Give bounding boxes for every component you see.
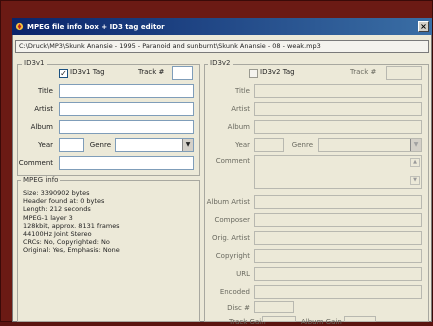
id3v2-year-label: Year [235, 141, 250, 149]
id3v1-group-label: ID3v1 [22, 59, 47, 67]
id3v2-artist-input[interactable] [254, 102, 422, 116]
mpeg-info-original: Original: Yes, Emphasis: None [23, 246, 120, 255]
id3v2-album-gain-label: Album Gain [301, 318, 342, 326]
id3v2-encoded-label: Encoded [219, 288, 250, 296]
id3v2-title-label: Title [234, 87, 250, 95]
id3v2-encoded-input[interactable] [254, 285, 422, 299]
id3v2-tag-checkbox[interactable] [249, 69, 258, 78]
id3v2-comment-input[interactable]: ▲ ▼ [254, 155, 422, 189]
id3v2-album-gain-input[interactable] [344, 316, 376, 322]
id3v2-track-input[interactable] [386, 66, 422, 80]
mpeg-info-length: Length: 212 seconds [23, 205, 91, 214]
id3v2-composer-input[interactable] [254, 213, 422, 227]
chevron-down-icon[interactable]: ▼ [410, 139, 421, 151]
id3v1-year-label: Year [38, 141, 53, 149]
mpeg-info-crc: CRCs: No, Copyrighted: No [23, 238, 110, 247]
id3v1-comment-input[interactable] [59, 156, 194, 170]
id3v2-group-label: ID3v2 [208, 59, 233, 67]
id3v2-disc-label: Disc # [227, 304, 250, 312]
id3v1-tag-label[interactable]: ID3v1 Tag [70, 68, 105, 76]
id3v2-album-artist-label: Album Artist [206, 198, 250, 206]
mpeg-info-header: Header found at: 0 bytes [23, 197, 105, 206]
mpeg-info-size: Size: 3390902 bytes [23, 189, 90, 197]
id3v1-album-input[interactable] [59, 120, 194, 134]
id3v2-orig-artist-label: Orig. Artist [212, 234, 250, 242]
mpeg-info-samplerate: 44100Hz Joint Stereo [23, 230, 92, 239]
id3v2-album-input[interactable] [254, 120, 422, 134]
id3v1-year-input[interactable] [59, 138, 84, 152]
close-button[interactable]: × [418, 21, 429, 32]
id3v1-album-label: Album [30, 123, 53, 131]
id3v2-comment-label: Comment [215, 157, 250, 165]
id3v1-tag-checkbox[interactable]: ✓ [59, 69, 68, 78]
id3v2-url-input[interactable] [254, 267, 422, 281]
id3v2-album-label: Album [227, 123, 250, 131]
id3v1-track-input[interactable] [172, 66, 193, 80]
scroll-up-icon[interactable]: ▲ [410, 158, 420, 167]
id3v2-year-input[interactable] [254, 138, 284, 152]
app-icon [15, 22, 24, 31]
title-bar[interactable]: MPEG file info box + ID3 tag editor × [12, 18, 432, 35]
id3v2-composer-label: Composer [214, 216, 250, 224]
id3v2-album-artist-input[interactable] [254, 195, 422, 209]
id3v2-copyright-input[interactable] [254, 249, 422, 263]
id3v2-genre-select[interactable]: ▼ [318, 138, 422, 152]
id3v1-genre-select[interactable]: ▼ [115, 138, 194, 152]
mpeg-info-group: Size: 3390902 bytes Header found at: 0 b… [17, 180, 200, 322]
id3v1-artist-label: Artist [34, 105, 53, 113]
id3v2-orig-artist-input[interactable] [254, 231, 422, 245]
id3v2-title-input[interactable] [254, 84, 422, 98]
id3v2-disc-input[interactable] [254, 301, 294, 313]
id3v2-genre-label: Genre [291, 141, 313, 149]
window-title: MPEG file info box + ID3 tag editor [27, 22, 165, 31]
id3v2-track-gain-input[interactable] [262, 316, 296, 322]
id3v2-url-label: URL [236, 270, 250, 278]
id3v2-copyright-label: Copyright [215, 252, 250, 260]
id3v2-tag-label[interactable]: ID3v2 Tag [260, 68, 295, 76]
scroll-down-icon[interactable]: ▼ [410, 176, 420, 185]
id3v1-title-input[interactable] [59, 84, 194, 98]
id3v1-artist-input[interactable] [59, 102, 194, 116]
id3v2-artist-label: Artist [231, 105, 250, 113]
mpeg-info-layer: MPEG-1 layer 3 [23, 213, 73, 222]
id3v1-track-label: Track # [138, 68, 165, 76]
id3v2-track-gain-label: Track Gain [229, 318, 266, 326]
mpeg-info-bitrate: 128kbit, approx. 8131 frames [23, 221, 120, 230]
id3v1-comment-label: Comment [18, 159, 53, 167]
id3v1-title-label: Title [37, 87, 53, 95]
id3v2-track-label: Track # [350, 68, 377, 76]
id3v1-genre-label: Genre [89, 141, 111, 149]
chevron-down-icon[interactable]: ▼ [182, 139, 193, 151]
file-path: C:\Druck\MP3\Skunk Anansie - 1995 - Para… [15, 40, 429, 53]
mpeg-info-group-label: MPEG info [21, 176, 61, 184]
